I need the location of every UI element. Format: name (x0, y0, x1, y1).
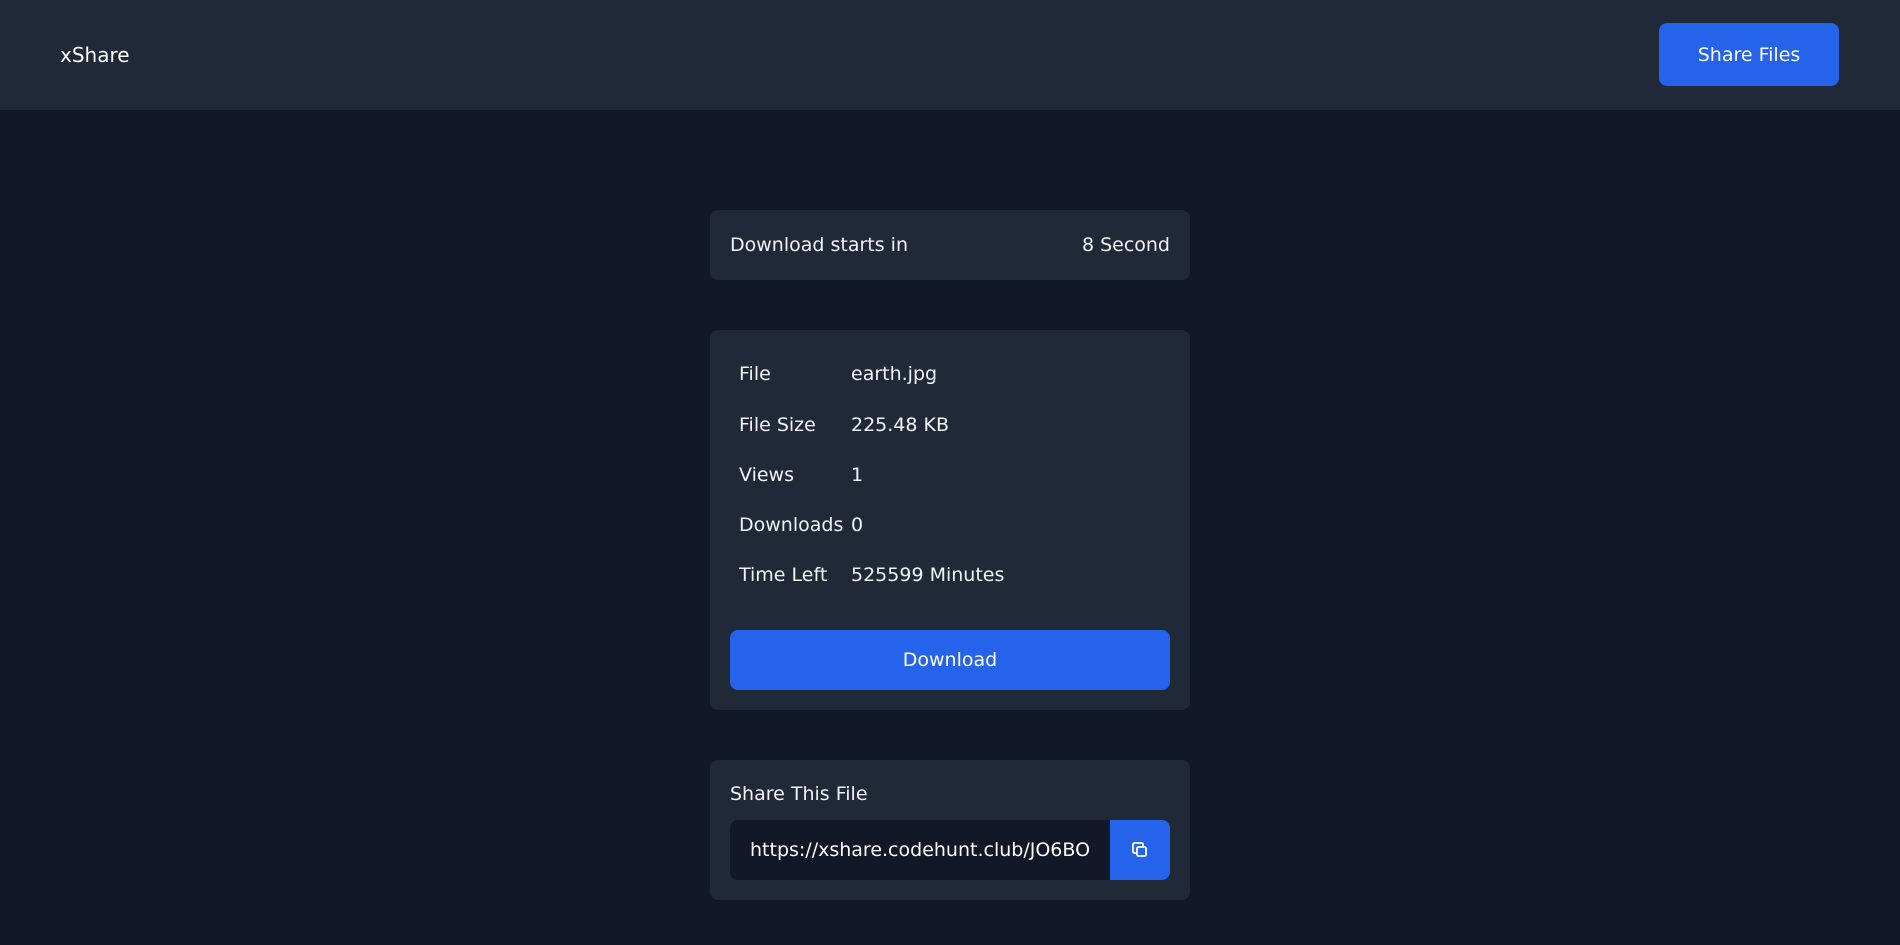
brand-logo-text[interactable]: xShare (60, 42, 130, 68)
countdown-value: 8 Second (1081, 234, 1170, 256)
downloads-label: Downloads (739, 514, 844, 536)
file-name-value: earth.jpg (851, 363, 938, 385)
download-button[interactable]: Download (730, 630, 1170, 690)
file-size-value: 225.48 KB (851, 414, 950, 436)
time-left-label: Time Left (739, 564, 828, 586)
file-size-label: File Size (739, 414, 816, 436)
download-countdown-card: Download starts in 8 Second (710, 210, 1190, 280)
countdown-label: Download starts in (730, 234, 908, 256)
file-name-label: File (739, 363, 771, 385)
top-navbar: xShare Share Files (0, 0, 1900, 110)
share-files-button[interactable]: Share Files (1659, 23, 1839, 86)
copy-link-button[interactable] (1110, 820, 1170, 880)
share-title: Share This File (730, 783, 868, 805)
views-value: 1 (851, 464, 864, 486)
copy-icon (1132, 842, 1147, 857)
file-info-card: File earth.jpg File Size 225.48 KB Views… (710, 330, 1190, 710)
downloads-value: 0 (851, 514, 864, 536)
time-left-value: 525599 Minutes (851, 564, 1005, 586)
share-link-input[interactable] (730, 820, 1111, 880)
share-file-card: Share This File (710, 760, 1190, 900)
views-label: Views (739, 464, 794, 486)
